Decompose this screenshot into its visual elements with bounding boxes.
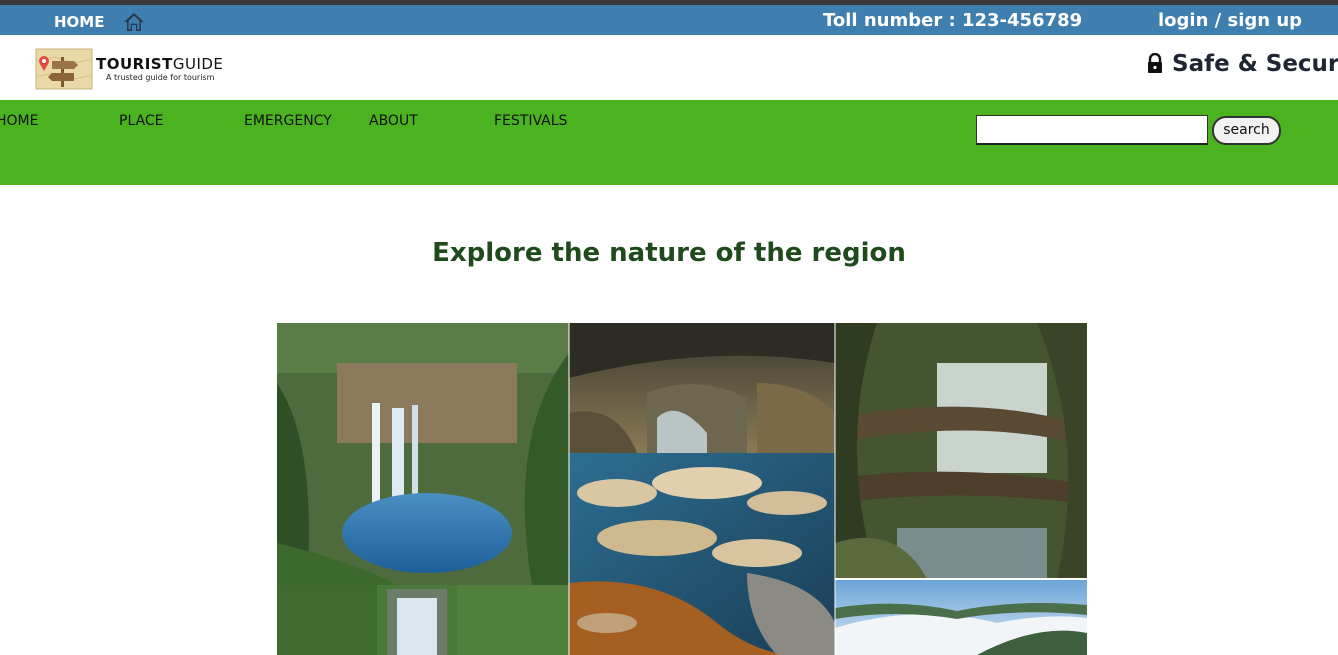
cloudy-mountains-photo[interactable] bbox=[835, 579, 1087, 655]
nav-item-emergency[interactable]: EMERGENCY bbox=[244, 113, 332, 129]
nav-item-about[interactable]: ABOUT bbox=[369, 113, 418, 129]
cave-photo[interactable] bbox=[569, 323, 835, 453]
waterfall-photo[interactable] bbox=[277, 323, 569, 585]
logo-tagline: A trusted guide for tourism bbox=[106, 73, 215, 82]
safe-secure-text: Safe & Secure bbox=[1172, 51, 1338, 77]
nav-item-home[interactable]: HOME bbox=[0, 113, 38, 129]
nav-item-festivals[interactable]: FESTIVALS bbox=[494, 113, 567, 129]
top-home-link[interactable]: HOME bbox=[54, 13, 104, 31]
toll-number: Toll number : 123-456789 bbox=[823, 10, 1083, 31]
search-input[interactable] bbox=[976, 115, 1208, 145]
river-rocks-photo[interactable] bbox=[569, 453, 835, 655]
nature-gallery bbox=[277, 323, 1087, 655]
home-icon[interactable] bbox=[122, 11, 146, 33]
small-waterfall-photo[interactable] bbox=[277, 585, 569, 655]
page-heading: Explore the nature of the region bbox=[432, 238, 906, 268]
logo-title: TOURISTGUIDE bbox=[96, 55, 224, 73]
search-button[interactable]: search bbox=[1212, 116, 1281, 145]
brand-bar: TOURISTGUIDE A trusted guide for tourism… bbox=[0, 35, 1338, 100]
nav-item-place[interactable]: PLACE bbox=[119, 113, 164, 129]
top-bar: HOME Toll number : 123-456789 login / si… bbox=[0, 5, 1338, 35]
safe-secure-badge: Safe & Secure bbox=[1146, 51, 1338, 77]
site-logo[interactable]: TOURISTGUIDE A trusted guide for tourism bbox=[34, 47, 244, 93]
login-signup-link[interactable]: login / sign up bbox=[1158, 10, 1302, 31]
map-signpost-icon bbox=[35, 48, 93, 90]
living-root-bridge-photo[interactable] bbox=[835, 323, 1087, 579]
lock-icon bbox=[1148, 53, 1162, 73]
main-nav: HOME PLACE EMERGENCY ABOUT FESTIVALS sea… bbox=[0, 100, 1338, 185]
